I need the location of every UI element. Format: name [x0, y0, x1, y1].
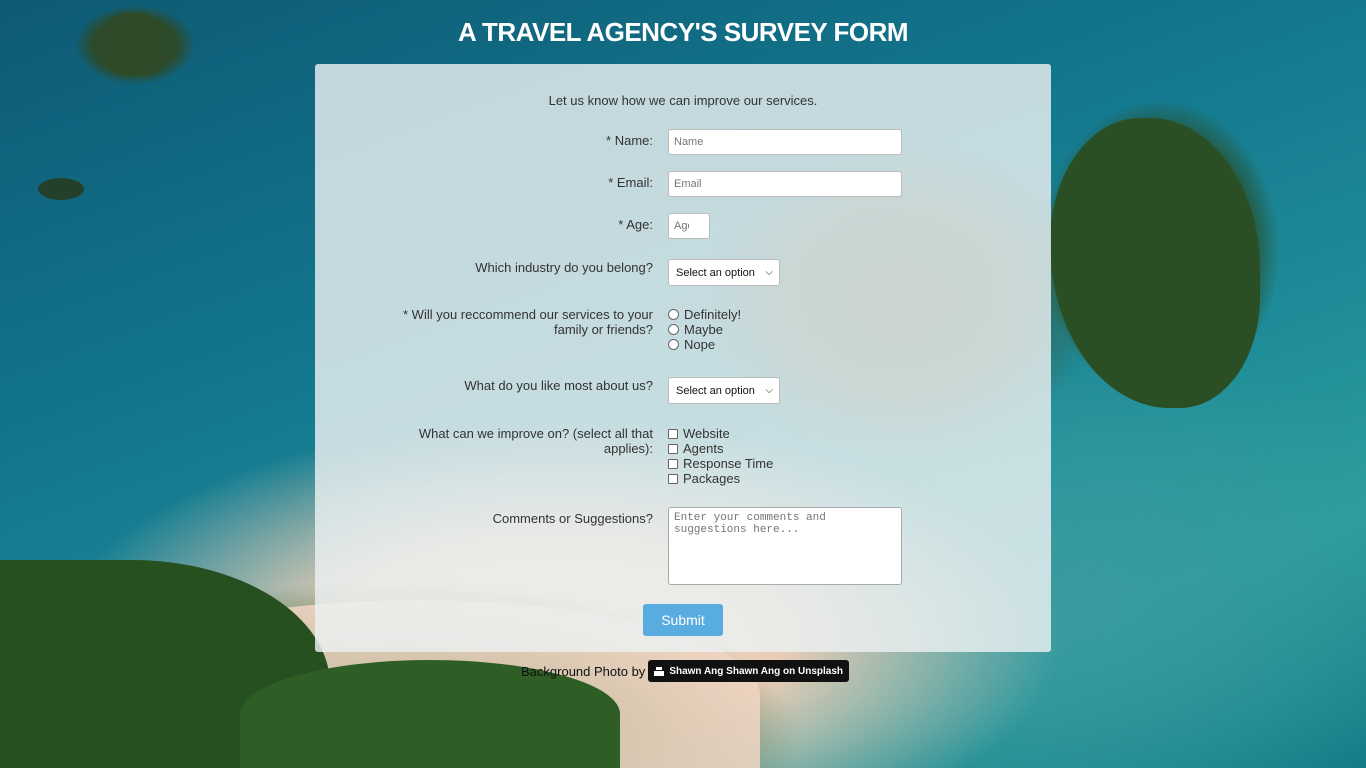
checkbox-option-response-time[interactable]: Response Time [668, 456, 773, 471]
radio-option-maybe[interactable]: Maybe [668, 322, 741, 337]
unsplash-logo-icon [654, 666, 665, 676]
chevron-down-icon: ⌵ [765, 267, 773, 278]
like-most-dropdown[interactable]: Select an option ⌵ [668, 377, 780, 404]
checkbox-label: Response Time [683, 456, 774, 471]
checkbox[interactable] [668, 458, 678, 469]
form-description: Let us know how we can improve our servi… [548, 93, 818, 108]
radio-button[interactable] [668, 339, 679, 350]
name-input[interactable] [668, 129, 902, 155]
checkbox-option-packages[interactable]: Packages [668, 471, 773, 486]
industry-selected: Select an option [676, 266, 755, 279]
checkbox-label: Website [683, 426, 730, 441]
radio-label: Nope [684, 337, 716, 352]
radio-label: Definitely! [684, 307, 742, 322]
industry-dropdown[interactable]: Select an option ⌵ [668, 259, 780, 286]
background-island [1050, 118, 1260, 408]
radio-option-definitely[interactable]: Definitely! [668, 307, 741, 322]
recommend-radio-group: Definitely! Maybe Nope [668, 307, 741, 352]
like-most-selected: Select an option [676, 384, 755, 397]
email-label: * Email: [608, 175, 653, 190]
recommend-label: * Will you reccommend our services to yo… [403, 307, 653, 337]
radio-button[interactable] [668, 309, 679, 320]
improve-label: What can we improve on? (select all that… [418, 426, 653, 456]
radio-button[interactable] [668, 324, 679, 335]
age-input[interactable] [668, 213, 710, 239]
radio-label: Maybe [684, 322, 724, 337]
checkbox-option-agents[interactable]: Agents [668, 441, 773, 456]
checkbox-label: Packages [683, 471, 741, 486]
age-label: * Age: [618, 217, 653, 232]
like-most-label: What do you like most about us? [464, 378, 653, 393]
page-title: A TRAVEL AGENCY'S SURVEY FORM [457, 17, 909, 47]
checkbox-label: Agents [683, 441, 724, 456]
background-rock [38, 178, 84, 200]
checkbox-option-website[interactable]: Website [668, 426, 773, 441]
name-label: * Name: [606, 133, 653, 148]
submit-button[interactable]: Submit [643, 604, 723, 636]
chevron-down-icon: ⌵ [765, 385, 773, 396]
comments-textarea[interactable] [668, 507, 902, 585]
photo-credit: Background Photo by Shawn Ang Shawn Ang … [521, 660, 850, 682]
unsplash-credit-link[interactable]: Shawn Ang Shawn Ang on Unsplash [648, 660, 850, 682]
checkbox[interactable] [668, 428, 678, 439]
industry-label: Which industry do you belong? [475, 260, 653, 275]
comments-label: Comments or Suggestions? [492, 511, 653, 526]
credit-badge-label: Shawn Ang Shawn Ang on Unsplash [669, 665, 844, 677]
survey-form: Let us know how we can improve our servi… [315, 64, 1051, 652]
checkbox[interactable] [668, 443, 678, 454]
checkbox[interactable] [668, 473, 678, 484]
improve-checkbox-group: Website Agents Response Time Packages [668, 426, 773, 486]
credit-text: Background Photo by [521, 663, 646, 679]
email-input[interactable] [668, 171, 902, 197]
radio-option-nope[interactable]: Nope [668, 337, 741, 352]
